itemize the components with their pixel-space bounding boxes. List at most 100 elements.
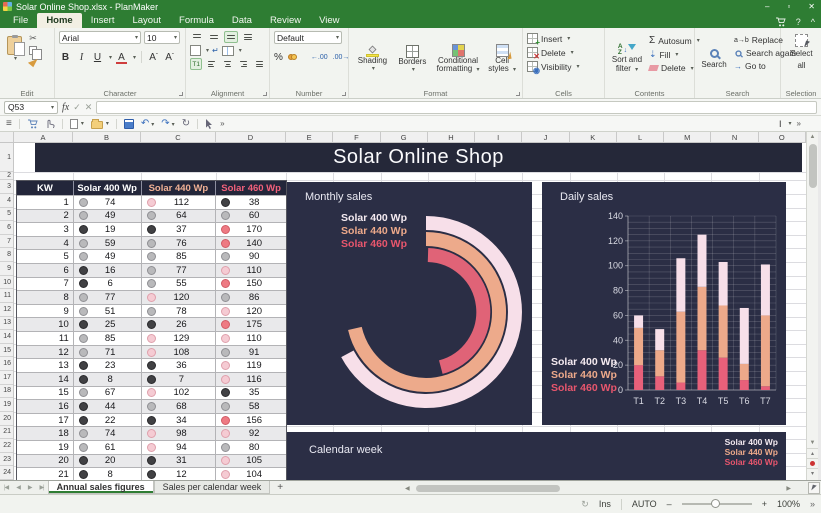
collapse-ribbon-button[interactable]: ^ bbox=[811, 17, 815, 27]
row-header-23[interactable]: 23 bbox=[0, 453, 13, 467]
cell-kw[interactable]: 6 bbox=[17, 264, 74, 277]
vertical-scrollbar[interactable]: ▲ ▼ ▴ ▾ bbox=[806, 132, 818, 480]
cell-solar-460[interactable]: 91 bbox=[216, 346, 286, 359]
bold-button[interactable]: B bbox=[59, 50, 72, 64]
visibility-button[interactable]: ◉ Visibility▾ bbox=[527, 61, 601, 72]
horizontal-scroll-thumb[interactable] bbox=[416, 485, 560, 492]
cell-solar-440[interactable]: 55 bbox=[142, 278, 217, 291]
sheet-tab[interactable]: Annual sales figures bbox=[48, 481, 154, 494]
cell-solar-440[interactable]: 36 bbox=[142, 359, 217, 372]
cell-solar-460[interactable]: 35 bbox=[216, 387, 286, 400]
row-header-13[interactable]: 13 bbox=[0, 317, 13, 331]
insert-cells-button[interactable]: + Insert▾ bbox=[527, 33, 601, 44]
row-header-5[interactable]: 5 bbox=[0, 208, 13, 222]
valign-center-button[interactable] bbox=[207, 31, 221, 43]
add-decimal-button[interactable]: ←.00 bbox=[311, 54, 328, 61]
cell-solar-440[interactable]: 108 bbox=[142, 346, 217, 359]
cell-solar-460[interactable]: 116 bbox=[216, 373, 286, 386]
cut-button[interactable]: ✂ bbox=[29, 33, 37, 44]
fill-button[interactable]: ⇣ Fill▾ bbox=[649, 49, 700, 60]
cell-solar-400[interactable]: 16 bbox=[74, 264, 142, 277]
cell-kw[interactable]: 10 bbox=[17, 318, 74, 331]
cell-solar-400[interactable]: 6 bbox=[74, 278, 142, 291]
column-header-F[interactable]: F bbox=[333, 132, 380, 142]
font-name-select[interactable]: Arial▾ bbox=[59, 31, 141, 44]
copy-button[interactable] bbox=[29, 46, 37, 55]
sheet-banner-cell[interactable]: Solar Online Shop bbox=[35, 143, 802, 172]
menu-item-formula[interactable]: Formula bbox=[170, 13, 223, 28]
menu-item-view[interactable]: View bbox=[310, 13, 348, 28]
column-header-J[interactable]: J bbox=[522, 132, 569, 142]
minimize-button[interactable]: – bbox=[765, 0, 769, 13]
cell-solar-400[interactable]: 85 bbox=[74, 332, 142, 345]
tab-nav-icon[interactable]: ▶| bbox=[35, 484, 47, 491]
cell-solar-400[interactable]: 8 bbox=[74, 468, 142, 480]
column-header-C[interactable]: C bbox=[141, 132, 216, 142]
tab-nav-icon[interactable]: ◀ bbox=[12, 484, 24, 491]
cell-solar-400[interactable]: 51 bbox=[74, 305, 142, 318]
split-up-button[interactable]: ▴ bbox=[807, 448, 818, 458]
status-overflow-icon[interactable]: » bbox=[810, 499, 815, 509]
redo-button[interactable]: ↷▾ bbox=[161, 118, 174, 129]
calendar-week-chart-panel[interactable]: Calendar week Solar 400 WpSolar 440 WpSo… bbox=[287, 432, 786, 480]
menu-item-review[interactable]: Review bbox=[261, 13, 310, 28]
select-visible-button[interactable] bbox=[808, 482, 820, 494]
cell-solar-400[interactable]: 8 bbox=[74, 373, 142, 386]
cell-solar-440[interactable]: 94 bbox=[142, 441, 217, 454]
remove-decimal-button[interactable]: .00→ bbox=[333, 54, 350, 61]
monthly-sales-chart-panel[interactable]: Monthly sales Solar 400 WpSolar 440 WpSo… bbox=[287, 182, 532, 425]
cell-kw[interactable]: 13 bbox=[17, 359, 74, 372]
cell-solar-400[interactable]: 20 bbox=[74, 455, 142, 468]
cursor-mode-icon[interactable]: I bbox=[779, 119, 782, 129]
border-select-icon[interactable] bbox=[190, 45, 201, 56]
vertical-scroll-thumb[interactable] bbox=[809, 144, 817, 188]
wrap-text-button[interactable]: ↵ bbox=[212, 46, 219, 55]
dialog-launcher-icon[interactable] bbox=[516, 92, 520, 96]
save-button[interactable] bbox=[124, 119, 134, 129]
cell-solar-460[interactable]: 170 bbox=[216, 223, 286, 236]
valign-justify-button[interactable] bbox=[241, 31, 255, 43]
cell-solar-440[interactable]: 112 bbox=[142, 196, 217, 209]
toolbar-overflow-icon[interactable]: » bbox=[797, 119, 801, 128]
cell-solar-400[interactable]: 74 bbox=[74, 427, 142, 440]
cell-kw[interactable]: 3 bbox=[17, 223, 74, 236]
cell-solar-460[interactable]: 156 bbox=[216, 414, 286, 427]
delete-contents-button[interactable]: Delete▾ bbox=[649, 63, 700, 73]
cell-kw[interactable]: 15 bbox=[17, 387, 74, 400]
touch-mode-icon[interactable] bbox=[45, 118, 55, 129]
zoom-slider[interactable] bbox=[682, 503, 752, 505]
row-header-18[interactable]: 18 bbox=[0, 385, 13, 399]
row-header-21[interactable]: 21 bbox=[0, 426, 13, 440]
insert-mode-indicator[interactable]: Ins bbox=[599, 499, 611, 509]
cell-solar-460[interactable]: 58 bbox=[216, 400, 286, 413]
borders-button[interactable]: Borders▾ bbox=[394, 31, 431, 87]
cell-solar-400[interactable]: 44 bbox=[74, 400, 142, 413]
conditional-formatting-button[interactable]: Conditional formatting ▾ bbox=[433, 31, 483, 87]
column-header-D[interactable]: D bbox=[216, 132, 286, 142]
menu-item-data[interactable]: Data bbox=[223, 13, 261, 28]
cell-solar-460[interactable]: 110 bbox=[216, 332, 286, 345]
refresh-button[interactable]: ↻ bbox=[182, 118, 190, 129]
row-header-24[interactable]: 24 bbox=[0, 466, 13, 480]
menu-item-layout[interactable]: Layout bbox=[123, 13, 170, 28]
close-button[interactable]: ✕ bbox=[808, 0, 815, 13]
row-header-16[interactable]: 16 bbox=[0, 357, 13, 371]
autosum-button[interactable]: Σ Autosum▾ bbox=[649, 35, 700, 46]
cell-solar-440[interactable]: 85 bbox=[142, 250, 217, 263]
menu-item-home[interactable]: Home bbox=[37, 13, 81, 28]
row-header-4[interactable]: 4 bbox=[0, 194, 13, 208]
auto-mode-indicator[interactable]: AUTO bbox=[632, 499, 657, 509]
cell-solar-460[interactable]: 92 bbox=[216, 427, 286, 440]
text-orientation-button[interactable]: T1 bbox=[190, 58, 202, 70]
column-header-I[interactable]: I bbox=[475, 132, 522, 142]
toolbar-menu-icon[interactable]: ≡ bbox=[6, 118, 12, 129]
cell-kw[interactable]: 9 bbox=[17, 305, 74, 318]
cell-solar-460[interactable]: 119 bbox=[216, 359, 286, 372]
cell-solar-440[interactable]: 77 bbox=[142, 264, 217, 277]
search-button[interactable]: Search bbox=[699, 31, 729, 87]
zoom-in-button[interactable]: + bbox=[762, 499, 767, 509]
row-header-10[interactable]: 10 bbox=[0, 276, 13, 290]
row-header-2[interactable]: 2 bbox=[0, 172, 13, 180]
align-left-button[interactable] bbox=[205, 58, 218, 70]
confirm-entry-button[interactable]: ✓ bbox=[73, 102, 81, 113]
